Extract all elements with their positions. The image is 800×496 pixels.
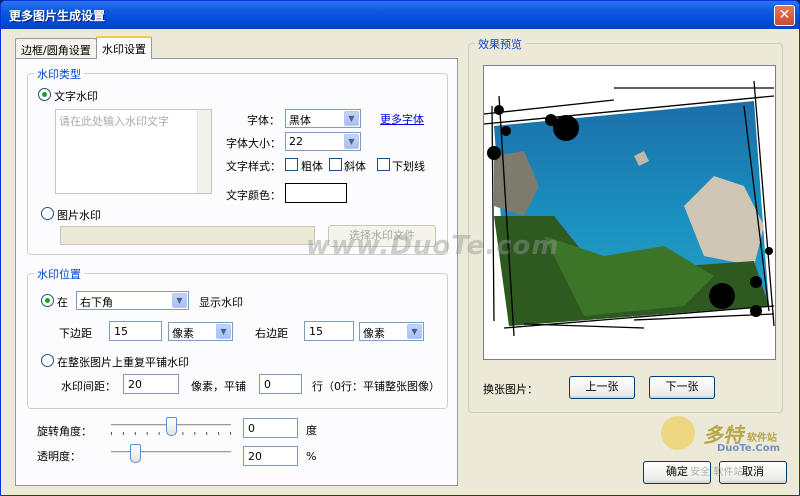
- tab-label: 水印设置: [102, 43, 146, 56]
- rotation-slider-thumb[interactable]: [166, 417, 177, 436]
- tab-label: 边框/圆角设置: [21, 44, 91, 57]
- rotation-label: 旋转角度：: [37, 425, 92, 438]
- opacity-unit: %: [306, 450, 317, 463]
- opacity-label: 透明度：: [37, 450, 81, 463]
- chevron-down-icon: ▼: [216, 324, 231, 339]
- button-label: 下一张: [665, 380, 699, 393]
- italic-checkbox[interactable]: [329, 158, 342, 171]
- tab-border-corner[interactable]: 边框/圆角设置: [15, 38, 97, 58]
- logo-slogan-text: 纯净 安全 软件站: [667, 467, 744, 478]
- logo-sub-text: 软件站: [747, 433, 777, 444]
- preview-canvas: [483, 65, 776, 360]
- opacity-slider-thumb[interactable]: [130, 444, 141, 463]
- button-label: 上一张: [585, 380, 619, 393]
- underline-checkbox[interactable]: [377, 158, 390, 171]
- spacing-suffix: 像素，平铺: [191, 380, 246, 393]
- bold-checkbox[interactable]: [285, 158, 298, 171]
- slider-tick: [158, 432, 160, 435]
- spacing-label: 水印间距：: [61, 380, 116, 393]
- close-button[interactable]: ✕: [774, 5, 795, 26]
- position-value: 右下角: [80, 296, 113, 309]
- slider-tick: [194, 432, 196, 435]
- slider-tick: [146, 432, 148, 435]
- position-radio[interactable]: [41, 294, 54, 307]
- bottom-margin-label: 下边距: [59, 327, 92, 340]
- text-color-swatch[interactable]: [285, 183, 347, 203]
- group-title: 效果预览: [475, 36, 525, 52]
- chevron-down-icon: ▼: [407, 324, 422, 339]
- watermark-text-placeholder: 请在此处输入水印文字: [59, 115, 169, 128]
- font-size-select[interactable]: 22 ▼: [285, 132, 361, 151]
- right-unit-select[interactable]: 像素 ▼: [359, 322, 424, 341]
- watermark-file-path[interactable]: [60, 226, 315, 245]
- text-style-label: 文字样式：: [226, 160, 281, 173]
- show-watermark-label: 显示水印: [199, 296, 243, 309]
- rotation-input[interactable]: [243, 418, 298, 438]
- slider-tick: [134, 432, 136, 435]
- chevron-down-icon: ▼: [344, 111, 359, 126]
- previous-image-button[interactable]: 上一张: [569, 376, 635, 399]
- tile-watermark-radio[interactable]: [41, 354, 54, 367]
- text-color-label: 文字颜色：: [226, 189, 281, 202]
- underline-label: 下划线: [392, 160, 425, 173]
- chevron-down-icon: ▼: [172, 293, 187, 308]
- window-title: 更多图片生成设置: [9, 9, 106, 23]
- switch-image-label: 换张图片：: [483, 383, 538, 396]
- group-title: 水印类型: [34, 66, 84, 82]
- tile-rows-input[interactable]: [259, 374, 302, 394]
- font-size-value: 22: [289, 135, 303, 148]
- text-watermark-radio[interactable]: [38, 88, 51, 101]
- bold-label: 粗体: [301, 160, 323, 173]
- button-label: 取消: [742, 465, 764, 478]
- font-size-label: 字体大小：: [226, 137, 281, 150]
- logo-domain-text: DuoTe.Com: [717, 443, 780, 454]
- group-title: 水印位置: [34, 266, 84, 282]
- mascot-logo-icon: [661, 416, 695, 450]
- next-image-button[interactable]: 下一张: [649, 376, 715, 399]
- more-fonts-link[interactable]: 更多字体: [380, 111, 424, 127]
- spacing-input[interactable]: [123, 374, 179, 394]
- dialog-window: 更多图片生成设置 ✕ 边框/圆角设置 水印设置 水印类型 文字水印 请在此处输入…: [0, 0, 800, 496]
- tab-watermark[interactable]: 水印设置: [96, 36, 152, 59]
- font-select[interactable]: 黑体 ▼: [285, 109, 361, 128]
- unit-value: 像素: [363, 327, 385, 340]
- image-watermark-label: 图片水印: [57, 209, 101, 222]
- chevron-down-icon: ▼: [344, 134, 359, 149]
- right-margin-label: 右边距: [255, 327, 288, 340]
- slider-tick: [122, 432, 124, 435]
- slider-tick: [206, 432, 208, 435]
- preview-image: [483, 80, 775, 337]
- title-bar[interactable]: 更多图片生成设置 ✕: [1, 1, 799, 29]
- text-watermark-label: 文字水印: [54, 90, 98, 103]
- slider-tick: [182, 432, 184, 435]
- image-watermark-radio[interactable]: [41, 207, 54, 220]
- bottom-margin-input[interactable]: [109, 321, 162, 341]
- font-label: 字体：: [247, 114, 280, 127]
- slider-tick: [218, 432, 220, 435]
- italic-label: 斜体: [344, 160, 366, 173]
- opacity-input[interactable]: [243, 446, 298, 466]
- textarea-scrollbar[interactable]: [197, 110, 211, 193]
- slider-tick: [230, 432, 231, 435]
- position-select[interactable]: 右下角 ▼: [76, 291, 189, 310]
- site-watermark: www.DuoTe.com: [306, 231, 560, 261]
- font-value: 黑体: [289, 114, 311, 127]
- right-margin-input[interactable]: [304, 321, 354, 341]
- close-icon: ✕: [778, 7, 791, 23]
- watermark-text-input[interactable]: 请在此处输入水印文字: [55, 109, 212, 194]
- tile-rows-suffix: 行（0行：平铺整张图像）: [312, 380, 440, 393]
- rotation-unit: 度: [306, 424, 317, 437]
- opacity-slider-track[interactable]: [111, 451, 231, 454]
- slider-tick: [111, 432, 112, 435]
- position-at-label: 在: [57, 296, 68, 309]
- unit-value: 像素: [172, 327, 194, 340]
- bottom-unit-select[interactable]: 像素 ▼: [168, 322, 233, 341]
- tile-watermark-label: 在整张图片上重复平铺水印: [57, 356, 189, 369]
